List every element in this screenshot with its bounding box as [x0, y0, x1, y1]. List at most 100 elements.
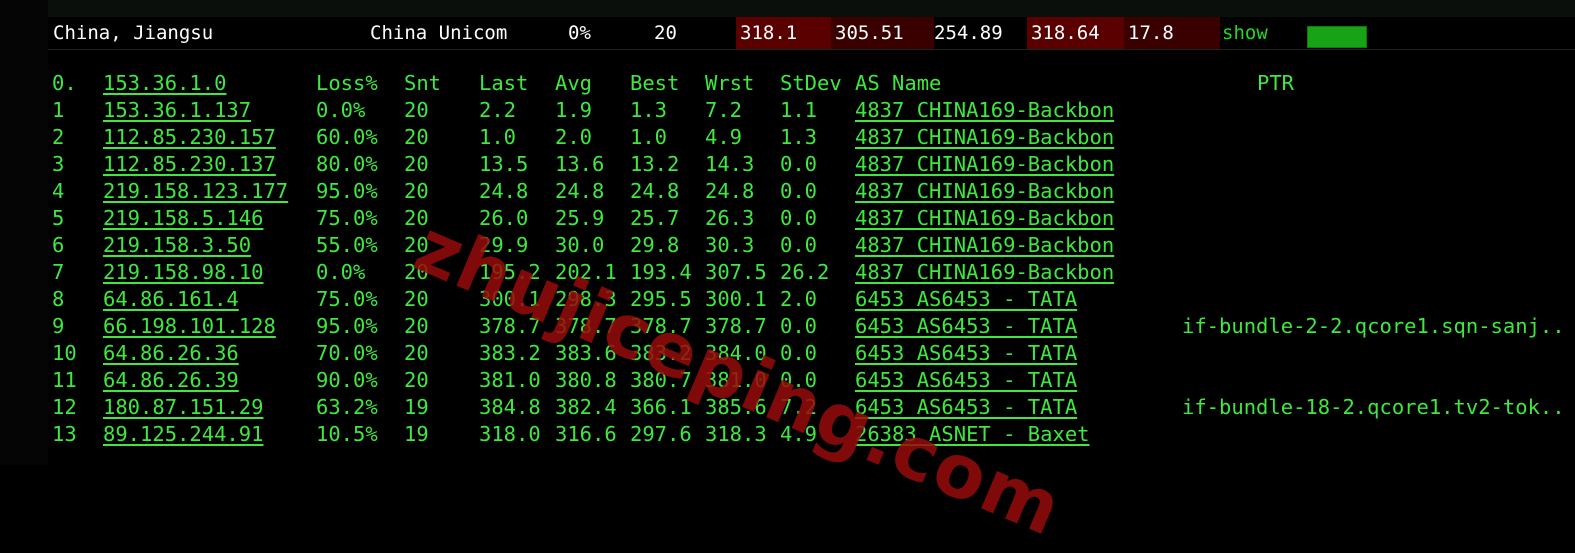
hop-avg: 202.1 — [555, 260, 617, 284]
hop-as-link[interactable]: 6453 AS6453 - TATA — [855, 340, 1077, 367]
hop-as-link[interactable]: 26383 ASNET - Baxet — [855, 421, 1090, 448]
hop-snt: 20 — [404, 206, 429, 230]
hop-loss: 90.0% — [316, 368, 378, 392]
hop-snt: 20 — [404, 314, 429, 338]
hop-host-link[interactable]: 219.158.5.146 — [103, 205, 263, 232]
hop-last: 300.1 — [479, 287, 541, 311]
hop-number: 3 — [52, 152, 65, 176]
hop-wrst: 14.3 — [705, 152, 755, 176]
hop-as-link[interactable]: 4837 CHINA169-Backbon — [855, 151, 1114, 178]
hop-as-link[interactable]: 4837 CHINA169-Backbon — [855, 205, 1114, 232]
hop-wrst: 307.5 — [705, 260, 767, 284]
hop-host-link[interactable]: 112.85.230.137 — [103, 151, 276, 178]
hop-host-link[interactable]: 64.86.26.39 — [103, 367, 239, 394]
hop-stdev: 1.1 — [780, 98, 818, 122]
hop-loss: 75.0% — [316, 206, 378, 230]
summary-location: China, Jiangsu — [53, 22, 214, 44]
hop-last: 1.0 — [479, 125, 517, 149]
hop-host-link[interactable]: 112.85.230.157 — [103, 124, 276, 151]
hop-host-link[interactable]: 219.158.123.177 — [103, 178, 288, 205]
hop-number: 13 — [52, 422, 77, 446]
hop-snt: 20 — [404, 368, 429, 392]
hop-stdev: 0.0 — [780, 152, 818, 176]
hop-host-link[interactable]: 219.158.98.10 — [103, 259, 263, 286]
hop-avg: 383.6 — [555, 341, 617, 365]
hop-number: 10 — [52, 341, 77, 365]
summary-best: 254.89 — [934, 22, 1003, 44]
hop-last: 384.8 — [479, 395, 541, 419]
hop-avg: 24.8 — [555, 179, 605, 203]
hop-ptr: if-bundle-2-2.qcore1.sqn-sanj.. — [1182, 314, 1565, 338]
header-wrst: Wrst — [705, 71, 755, 95]
hop-host-link[interactable]: 219.158.3.50 — [103, 232, 251, 259]
hop-as-link[interactable]: 6453 AS6453 - TATA — [855, 394, 1077, 421]
hop-host-link[interactable]: 180.87.151.29 — [103, 394, 263, 421]
summary-sent: 20 — [654, 22, 677, 44]
hop-as-link[interactable]: 4837 CHINA169-Backbon — [855, 259, 1114, 286]
hop-as-link[interactable]: 6453 AS6453 - TATA — [855, 367, 1077, 394]
hop-loss: 55.0% — [316, 233, 378, 257]
hop-best: 24.8 — [630, 179, 680, 203]
hop-avg: 382.4 — [555, 395, 617, 419]
hop-snt: 20 — [404, 125, 429, 149]
hop-snt: 19 — [404, 395, 429, 419]
hop-host-link[interactable]: 89.125.244.91 — [103, 421, 263, 448]
hop-host-link[interactable]: 64.86.26.36 — [103, 340, 239, 367]
hop-avg: 13.6 — [555, 152, 605, 176]
summary-stdev: 17.8 — [1124, 17, 1220, 49]
hop-wrst: 385.6 — [705, 395, 767, 419]
hop-loss: 60.0% — [316, 125, 378, 149]
hop-stdev: 26.2 — [780, 260, 830, 284]
hop-as-link[interactable]: 4837 CHINA169-Backbon — [855, 97, 1114, 124]
hop-last: 2.2 — [479, 98, 517, 122]
hop-avg: 378.7 — [555, 314, 617, 338]
hop-avg: 298.3 — [555, 287, 617, 311]
hop-snt: 20 — [404, 179, 429, 203]
hop-host-link[interactable]: 64.86.161.4 — [103, 286, 239, 313]
hop-number: 6 — [52, 233, 65, 257]
header-best: Best — [630, 71, 680, 95]
hop-loss: 10.5% — [316, 422, 378, 446]
hop-as-link[interactable]: 4837 CHINA169-Backbon — [855, 232, 1114, 259]
hop-host-link[interactable]: 153.36.1.137 — [103, 97, 251, 124]
show-link[interactable]: show — [1222, 17, 1268, 49]
hop-wrst: 318.3 — [705, 422, 767, 446]
hop-as-link[interactable]: 6453 AS6453 - TATA — [855, 313, 1077, 340]
hop-snt: 20 — [404, 341, 429, 365]
hop-loss: 75.0% — [316, 287, 378, 311]
hop-wrst: 24.8 — [705, 179, 755, 203]
hop-last: 29.9 — [479, 233, 529, 257]
hop-as-link[interactable]: 4837 CHINA169-Backbon — [855, 178, 1114, 205]
hop-loss: 70.0% — [316, 341, 378, 365]
hop-best: 13.2 — [630, 152, 680, 176]
hop-snt: 19 — [404, 422, 429, 446]
hop-last: 381.0 — [479, 368, 541, 392]
hop-loss: 0.0% — [316, 260, 366, 284]
hop-avg: 1.9 — [555, 98, 593, 122]
hop-ptr: if-bundle-18-2.qcore1.tv2-tok.. — [1182, 395, 1565, 419]
header-host-link[interactable]: 153.36.1.0 — [103, 70, 226, 97]
hop-last: 24.8 — [479, 179, 529, 203]
hop-avg: 380.8 — [555, 368, 617, 392]
hop-best: 297.6 — [630, 422, 692, 446]
hop-number: 1 — [52, 98, 65, 122]
summary-last: 318.1 — [736, 17, 835, 49]
loss-bar — [1307, 26, 1367, 48]
hop-last: 383.2 — [479, 341, 541, 365]
hop-best: 25.7 — [630, 206, 680, 230]
hop-stdev: 7.2 — [780, 395, 818, 419]
hop-snt: 20 — [404, 287, 429, 311]
hop-loss: 95.0% — [316, 179, 378, 203]
hop-number: 12 — [52, 395, 77, 419]
hop-avg: 30.0 — [555, 233, 605, 257]
hop-wrst: 381.0 — [705, 368, 767, 392]
hop-as-link[interactable]: 6453 AS6453 - TATA — [855, 286, 1077, 313]
hop-host-link[interactable]: 66.198.101.128 — [103, 313, 276, 340]
hop-loss: 63.2% — [316, 395, 378, 419]
hop-as-link[interactable]: 4837 CHINA169-Backbon — [855, 124, 1114, 151]
hop-wrst: 4.9 — [705, 125, 743, 149]
hop-wrst: 7.2 — [705, 98, 743, 122]
hop-snt: 20 — [404, 260, 429, 284]
hop-avg: 316.6 — [555, 422, 617, 446]
hop-last: 195.2 — [479, 260, 541, 284]
